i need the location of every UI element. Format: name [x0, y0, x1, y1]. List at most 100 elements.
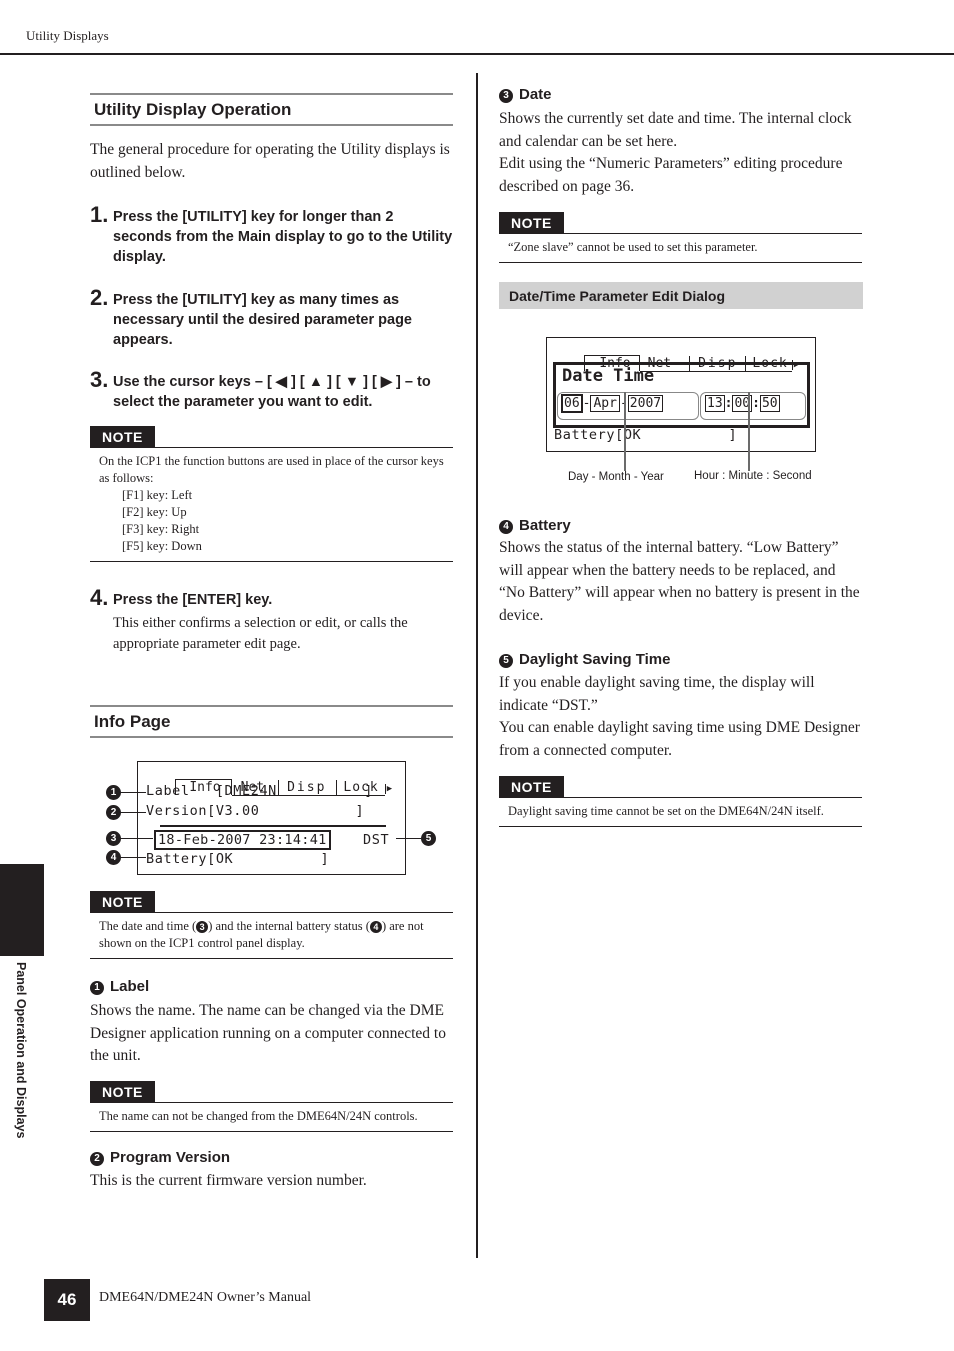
lcd-version-row: Version[V3.00 ] [146, 803, 365, 819]
note-key-list: [F1] key: Left [F2] key: Up [F3] key: Ri… [99, 487, 444, 555]
second-field[interactable]: 50 [759, 395, 780, 412]
lcd-label-row: Label [DME24N ] [146, 783, 373, 799]
intro-text: The general procedure for operating the … [90, 141, 450, 181]
note-dst: NOTE Daylight saving time cannot be set … [499, 776, 862, 827]
step-4-text: Press the [ENTER] key. [113, 592, 273, 608]
note-zone-slave: NOTE “Zone slave” cannot be used to set … [499, 212, 862, 263]
callout-5-leader [396, 838, 421, 839]
month-field[interactable]: Apr [590, 395, 620, 412]
callout-5: 5 [421, 831, 436, 846]
day-field[interactable]: 06 [561, 394, 583, 413]
running-header: Utility Displays [26, 28, 109, 43]
note-cursor-keys: NOTE On the ICP1 the function buttons ar… [90, 426, 453, 562]
date-leader-line [624, 392, 626, 471]
time-leader-line [748, 392, 750, 471]
page-number: 46 [44, 1279, 90, 1321]
note-label: NOTE [90, 426, 155, 447]
program-version-heading: 2 Program Version [90, 1149, 230, 1166]
lcd-scroll-right-icon: ▶ [384, 784, 393, 794]
note-label: NOTE [499, 212, 564, 233]
note-key-item: [F1] key: Left [122, 488, 193, 502]
manual-title: DME64N/DME24N Owner’s Manual [99, 1290, 312, 1305]
dialog-heading: Date Time [562, 366, 655, 386]
step-number-4: 4. [90, 585, 109, 610]
badge-5: 5 [499, 654, 513, 668]
lcd-battery-row: Battery[OK ] [554, 427, 738, 443]
battery-description: Shows the status of the internal battery… [499, 539, 860, 624]
datetime-dialog-frame: Date Time 06-Apr-2007 13:00:50 [553, 362, 810, 428]
lcd-battery-row: Battery[OK ] [146, 851, 330, 867]
note-body: The date and time (3) and the internal b… [90, 912, 453, 959]
step-1-text: Press the [UTILITY] key for longer than … [113, 209, 453, 265]
chapter-side-label: Panel Operation and Displays [10, 962, 30, 1167]
chapter-side-label-text: Panel Operation and Displays [14, 962, 28, 1139]
section-title-info-page: Info Page [90, 705, 453, 738]
note-label: NOTE [90, 891, 155, 912]
badge-4: 4 [499, 520, 513, 534]
label-heading: 1 Label [90, 978, 149, 995]
callout-4-leader [120, 857, 146, 858]
callout-3: 3 [106, 831, 121, 846]
badge-1: 1 [90, 981, 104, 995]
battery-heading: 4 Battery [499, 517, 571, 534]
dialog-section-title: Date/Time Parameter Edit Dialog [499, 282, 863, 309]
date-title: Date [519, 86, 552, 103]
note-label: NOTE [90, 1081, 155, 1102]
ref-badge-3: 3 [196, 921, 209, 933]
label-description: Shows the name. The name can be changed … [90, 1002, 446, 1064]
time-caption: Hour : Minute : Second [694, 470, 812, 482]
callout-3-leader [120, 838, 153, 839]
hour-field[interactable]: 13 [705, 395, 725, 412]
step-number-3: 3. [90, 367, 109, 392]
dst-description-1: If you enable daylight saving time, the … [499, 674, 815, 714]
label-title: Label [110, 978, 150, 995]
lcd-separator [160, 825, 386, 827]
note-text-part: The date and time ( [99, 919, 197, 933]
note-text: On the ICP1 the function buttons are use… [99, 454, 444, 485]
note-body: Daylight saving time cannot be set on th… [499, 797, 862, 827]
chapter-side-tab [0, 864, 44, 956]
year-field[interactable]: 2007 [627, 395, 664, 412]
note-name-change: NOTE The name can not be changed from th… [90, 1081, 453, 1132]
dst-description-2: You can enable daylight saving time usin… [499, 719, 860, 759]
program-version-description: This is the current firmware version num… [90, 1172, 367, 1189]
date-heading: 3 Date [499, 86, 552, 103]
dst-heading: 5 Daylight Saving Time [499, 651, 670, 668]
note-key-item: [F5] key: Down [122, 539, 202, 553]
badge-2: 2 [90, 1152, 104, 1166]
time-fields[interactable]: 13:00:50 [705, 395, 780, 412]
badge-3: 3 [499, 89, 513, 103]
step-number-1: 1. [90, 202, 109, 227]
dst-title: Daylight Saving Time [519, 651, 671, 668]
datetime-dialog-lcd: InfoNetDispLock▶ Date Time 06-Apr-2007 1… [546, 337, 816, 452]
callout-2-leader [120, 812, 146, 813]
lcd-datetime: 18-Feb-2007 23:14:41 [154, 830, 331, 850]
note-text-part: ) and the internal battery status ( [208, 919, 370, 933]
note-key-item: [F2] key: Up [122, 505, 187, 519]
date-description-1: Shows the currently set date and time. T… [499, 110, 852, 150]
date-fields[interactable]: 06-Apr-2007 [561, 394, 664, 413]
note-body: “Zone slave” cannot be used to set this … [499, 233, 862, 263]
section-title-utility-display-operation: Utility Display Operation [90, 93, 453, 126]
step-4-detail: This either confirms a selection or edit… [113, 615, 408, 652]
note-body: The name can not be changed from the DME… [90, 1102, 453, 1132]
note-label: NOTE [499, 776, 564, 797]
lcd-dst: DST [363, 832, 390, 848]
info-page-lcd: Info Net Disp Lock ▶ Label [DME24N ] Version… [137, 761, 406, 875]
header-rule [0, 53, 954, 55]
step-2-text: Press the [UTILITY] key as many times as… [113, 292, 412, 348]
note-body: On the ICP1 the function buttons are use… [90, 447, 453, 562]
ref-badge-4: 4 [369, 921, 382, 933]
note-icp1-display: NOTE The date and time (3) and the inter… [90, 891, 453, 959]
date-caption: Day - Month - Year [568, 471, 664, 483]
note-key-item: [F3] key: Right [122, 522, 200, 536]
step-3-text: Use the cursor keys – [ ◀ ] [ ▲ ] [ ▼ ] … [113, 374, 431, 410]
program-version-title: Program Version [110, 1149, 231, 1166]
battery-title: Battery [519, 517, 571, 534]
date-description-2: Edit using the “Numeric Parameters” edit… [499, 155, 843, 195]
column-divider [476, 73, 478, 1258]
callout-1: 1 [106, 785, 121, 800]
callout-4: 4 [106, 850, 121, 865]
step-number-2: 2. [90, 285, 109, 310]
callout-2: 2 [106, 805, 121, 820]
